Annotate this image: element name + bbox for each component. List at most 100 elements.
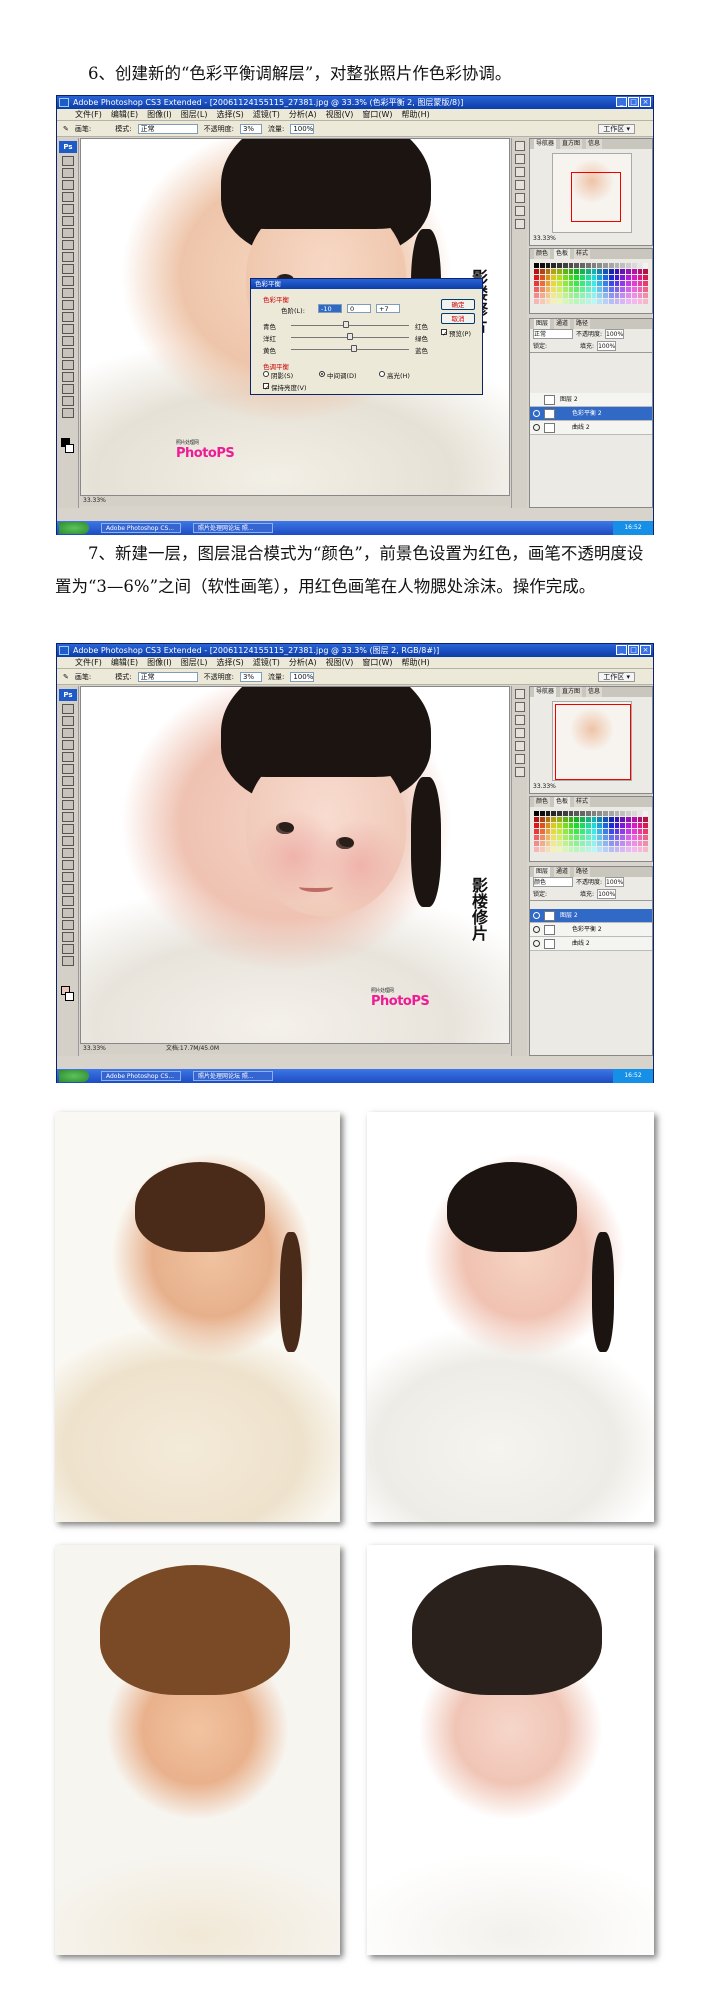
eyedropper-tool-icon[interactable] [62, 384, 74, 394]
navigator-view-box[interactable] [555, 704, 631, 780]
color-swatch[interactable] [643, 847, 648, 852]
tool-presets-icon[interactable] [514, 167, 525, 177]
color-swatch[interactable] [631, 835, 637, 840]
color-swatch[interactable] [557, 281, 562, 286]
color-swatch[interactable] [562, 269, 568, 274]
color-swatch[interactable] [557, 299, 562, 304]
color-swatch[interactable] [539, 287, 545, 292]
color-swatch[interactable] [637, 823, 643, 828]
color-swatch[interactable] [626, 263, 631, 268]
color-swatch[interactable] [534, 269, 539, 274]
close-icon[interactable]: × [640, 97, 651, 107]
brush-tool-icon-side[interactable] [62, 788, 74, 798]
color-swatch[interactable] [626, 299, 631, 304]
preserve-luminosity-checkbox[interactable]: ✓ [263, 383, 269, 392]
color-swatch[interactable] [597, 287, 602, 292]
color-swatch[interactable] [620, 287, 625, 292]
color-swatch[interactable] [591, 835, 597, 840]
color-swatch[interactable] [608, 299, 614, 304]
color-swatch[interactable] [574, 811, 579, 816]
color-swatch[interactable] [562, 299, 568, 304]
color-swatch[interactable] [568, 287, 574, 292]
layer-row[interactable]: 色彩平衡 2 [530, 407, 652, 421]
notes-tool-icon[interactable] [62, 372, 74, 382]
color-swatch[interactable] [631, 269, 637, 274]
color-swatch[interactable] [631, 293, 637, 298]
stamp-tool-icon[interactable] [62, 252, 74, 262]
highlights-radio[interactable] [379, 371, 385, 377]
color-swatch[interactable] [620, 269, 625, 274]
color-swatch[interactable] [574, 275, 579, 280]
color-swatch[interactable] [551, 829, 556, 834]
tab-styles[interactable]: 样式 [574, 249, 591, 259]
heal-tool-icon[interactable] [62, 776, 74, 786]
color-swatch[interactable] [603, 829, 608, 834]
menu-window[interactable]: 窗口(W) [362, 109, 392, 120]
color-swatch[interactable] [614, 299, 620, 304]
color-swatch[interactable] [620, 263, 625, 268]
tab-info[interactable]: 信息 [586, 687, 603, 697]
color-swatch[interactable] [603, 847, 608, 852]
color-swatch[interactable] [591, 281, 597, 286]
color-swatch[interactable] [591, 811, 597, 816]
color-swatch[interactable] [603, 835, 608, 840]
color-swatch[interactable] [608, 263, 614, 268]
color-swatch[interactable] [608, 275, 614, 280]
gradient-tool-icon[interactable] [62, 836, 74, 846]
color-swatch[interactable] [574, 281, 579, 286]
color-swatch[interactable] [631, 263, 637, 268]
color-swatch[interactable] [557, 263, 562, 268]
color-swatch[interactable] [557, 823, 562, 828]
color-swatch[interactable] [562, 263, 568, 268]
color-swatch[interactable] [585, 835, 591, 840]
yellow-blue-slider[interactable] [291, 349, 409, 350]
menu-file[interactable]: 文件(F) [75, 657, 102, 668]
color-swatch[interactable] [626, 823, 631, 828]
color-swatch[interactable] [580, 293, 585, 298]
color-swatch[interactable] [608, 811, 614, 816]
maximize-icon[interactable]: □ [628, 97, 639, 107]
navigator-view-box[interactable] [571, 172, 621, 222]
color-swatch[interactable] [562, 835, 568, 840]
color-swatch[interactable] [614, 823, 620, 828]
color-swatch[interactable] [580, 275, 585, 280]
color-swatch[interactable] [557, 835, 562, 840]
color-swatch[interactable] [557, 293, 562, 298]
color-swatch[interactable] [539, 823, 545, 828]
color-swatch[interactable] [568, 281, 574, 286]
background-color-swatch[interactable] [65, 444, 74, 453]
color-swatch[interactable] [580, 811, 585, 816]
type-tool-icon[interactable] [62, 336, 74, 346]
tab-paths[interactable]: 路径 [574, 319, 591, 329]
color-swatch[interactable] [637, 287, 643, 292]
tab-color[interactable]: 颜色 [534, 797, 551, 807]
color-swatch[interactable] [545, 811, 551, 816]
history-icon[interactable] [514, 141, 525, 151]
color-swatch[interactable] [534, 263, 539, 268]
color-swatch[interactable] [614, 817, 620, 822]
color-swatch[interactable] [614, 281, 620, 286]
color-swatch[interactable] [585, 847, 591, 852]
workspace-button[interactable]: 工作区 ▾ [598, 124, 635, 134]
color-swatch[interactable] [614, 269, 620, 274]
color-swatch[interactable] [626, 835, 631, 840]
flow-field[interactable]: 100% [290, 123, 315, 134]
color-swatch[interactable] [597, 299, 602, 304]
color-swatch[interactable] [568, 299, 574, 304]
color-swatch[interactable] [637, 811, 643, 816]
color-swatch[interactable] [557, 817, 562, 822]
color-swatch[interactable] [626, 841, 631, 846]
color-swatch[interactable] [562, 293, 568, 298]
tab-channels[interactable]: 通道 [554, 319, 571, 329]
document-canvas[interactable]: 影楼修片 照片处理网PhotoPS [80, 686, 510, 1044]
color-swatch[interactable] [562, 823, 568, 828]
history-icon[interactable] [514, 689, 525, 699]
color-swatch[interactable] [591, 299, 597, 304]
close-icon[interactable]: × [640, 645, 651, 655]
lasso-tool-icon[interactable] [62, 728, 74, 738]
color-swatch[interactable] [545, 817, 551, 822]
color-swatch[interactable] [545, 299, 551, 304]
color-swatch[interactable] [534, 817, 539, 822]
color-swatch[interactable] [620, 275, 625, 280]
color-swatch[interactable] [603, 817, 608, 822]
